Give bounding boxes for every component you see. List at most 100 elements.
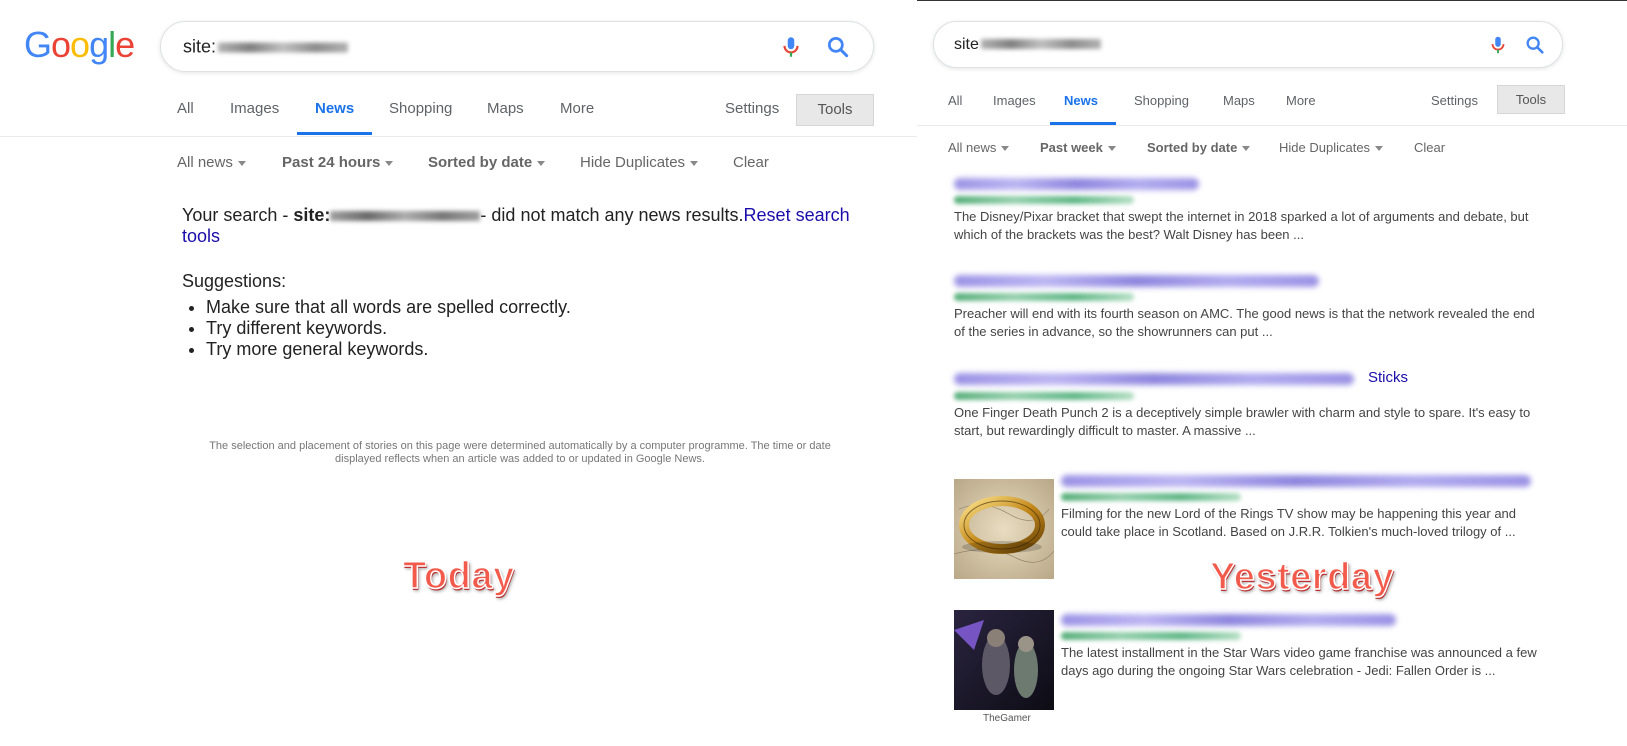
news-result: The Disney/Pixar bracket that swept the …	[954, 178, 1544, 244]
search-query-text: site:	[183, 36, 217, 56]
filter-label: Sorted by date	[1147, 140, 1238, 155]
caret-down-icon	[385, 160, 394, 166]
filter-time[interactable]: Past week	[1040, 140, 1116, 155]
tab-all[interactable]: All	[177, 100, 194, 117]
disclaimer-note: The selection and placement of stories o…	[209, 440, 831, 465]
game-thumbnail[interactable]	[954, 610, 1054, 710]
logo-letter-e: e	[115, 24, 135, 65]
result-url-redacted	[954, 196, 1134, 204]
search-tabs: All Images News Shopping Maps More Setti…	[917, 85, 1627, 126]
filter-duplicates[interactable]: Hide Duplicates	[580, 154, 699, 171]
caret-down-icon	[1107, 146, 1116, 152]
suggestion-item: Make sure that all words are spelled cor…	[206, 297, 571, 318]
microphone-icon[interactable]	[778, 34, 804, 60]
redacted-domain	[980, 39, 1101, 50]
tab-maps[interactable]: Maps	[1223, 93, 1255, 108]
settings-link[interactable]: Settings	[725, 100, 779, 117]
tab-all[interactable]: All	[948, 93, 962, 108]
filter-label: Past week	[1040, 140, 1103, 155]
news-result: Sticks One Finger Death Punch 2 is a dec…	[954, 369, 1544, 440]
google-logo[interactable]: Google	[24, 24, 135, 66]
suggestion-item: Try more general keywords.	[206, 339, 571, 360]
no-results-message: Your search - site: - did not match any n…	[182, 205, 862, 247]
tab-news[interactable]: News	[315, 100, 354, 117]
search-icon[interactable]	[825, 34, 851, 60]
logo-letter-o1: o	[51, 24, 71, 65]
message-suffix: - did not match any news results.	[480, 205, 744, 225]
tab-images[interactable]: Images	[993, 93, 1036, 108]
result-snippet: One Finger Death Punch 2 is a deceptivel…	[954, 405, 1531, 438]
caret-down-icon	[690, 160, 699, 166]
logo-letter-o2: o	[70, 24, 90, 65]
redacted-domain	[330, 211, 481, 222]
result-snippet: The latest installment in the Star Wars …	[1061, 645, 1537, 678]
tab-maps[interactable]: Maps	[487, 100, 524, 117]
suggestions-list: Make sure that all words are spelled cor…	[182, 297, 571, 360]
tab-more[interactable]: More	[560, 100, 594, 117]
tab-more[interactable]: More	[1286, 93, 1316, 108]
search-box[interactable]: site	[933, 21, 1563, 68]
search-input[interactable]: site:	[183, 36, 349, 57]
filter-clear[interactable]: Clear	[733, 154, 769, 171]
filter-sort[interactable]: Sorted by date	[428, 154, 546, 171]
filter-all-news[interactable]: All news	[948, 140, 1010, 155]
caret-down-icon	[537, 160, 546, 166]
result-title-redacted[interactable]	[954, 373, 1354, 385]
search-tabs: All Images News Shopping Maps More Setti…	[0, 90, 917, 137]
tab-shopping[interactable]: Shopping	[1134, 93, 1189, 108]
result-url-redacted	[1061, 493, 1241, 501]
ring-thumbnail[interactable]	[954, 479, 1054, 579]
filter-all-news[interactable]: All news	[177, 154, 246, 171]
tab-shopping[interactable]: Shopping	[389, 100, 452, 117]
result-url-redacted	[954, 392, 1134, 400]
tab-news[interactable]: News	[1064, 93, 1098, 108]
result-title-redacted[interactable]	[1061, 475, 1531, 487]
tab-images[interactable]: Images	[230, 100, 279, 117]
result-snippet: Filming for the new Lord of the Rings TV…	[1061, 506, 1517, 539]
filter-label: All news	[948, 140, 997, 155]
thumbnail-source: TheGamer	[983, 713, 1031, 724]
search-icon[interactable]	[1524, 34, 1546, 56]
result-title-redacted[interactable]	[1061, 614, 1396, 626]
result-snippet: Preacher will end with its fourth season…	[954, 306, 1535, 339]
message-site: site:	[293, 205, 331, 225]
logo-letter-l: l	[108, 24, 116, 65]
logo-letter-g2: g	[89, 24, 109, 65]
result-title-tail[interactable]: Sticks	[1368, 369, 1408, 386]
result-title-redacted[interactable]	[954, 275, 1319, 287]
search-box[interactable]: site:	[160, 21, 874, 72]
result-title-redacted[interactable]	[954, 178, 1199, 190]
today-label: Today	[402, 554, 515, 598]
active-tab-indicator	[297, 132, 372, 135]
today-panel: Google site: All Images News Shopping Ma…	[0, 0, 917, 746]
search-query-text: site	[954, 35, 979, 53]
message-prefix: Your search -	[182, 205, 294, 225]
caret-down-icon	[1375, 146, 1384, 152]
filter-sort[interactable]: Sorted by date	[1147, 140, 1251, 155]
caret-down-icon	[1242, 146, 1251, 152]
caret-down-icon	[1001, 146, 1010, 152]
settings-link[interactable]: Settings	[1431, 93, 1478, 108]
filter-label: All news	[177, 154, 233, 171]
yesterday-panel: site All Images News Shopping Maps More …	[917, 0, 1627, 746]
result-snippet: The Disney/Pixar bracket that swept the …	[954, 209, 1529, 242]
result-url-redacted	[954, 293, 1134, 301]
redacted-domain	[218, 42, 349, 53]
logo-letter-g: G	[24, 24, 52, 65]
filter-label: Hide Duplicates	[580, 154, 686, 171]
search-input[interactable]: site	[954, 36, 1101, 54]
microphone-icon[interactable]	[1487, 34, 1509, 56]
tools-button[interactable]: Tools	[796, 94, 874, 126]
suggestion-item: Try different keywords.	[206, 318, 571, 339]
tools-button[interactable]: Tools	[1497, 85, 1565, 114]
result-url-redacted	[1061, 632, 1241, 640]
filter-label: Past 24 hours	[282, 154, 381, 171]
filter-duplicates[interactable]: Hide Duplicates	[1279, 140, 1384, 155]
filter-label: Sorted by date	[428, 154, 533, 171]
filter-clear[interactable]: Clear	[1414, 140, 1445, 155]
filter-label: Hide Duplicates	[1279, 140, 1371, 155]
news-result: Filming for the new Lord of the Rings TV…	[1061, 475, 1551, 541]
news-result: The latest installment in the Star Wars …	[1061, 614, 1551, 680]
filter-time[interactable]: Past 24 hours	[282, 154, 394, 171]
suggestions-heading: Suggestions:	[182, 271, 287, 291]
